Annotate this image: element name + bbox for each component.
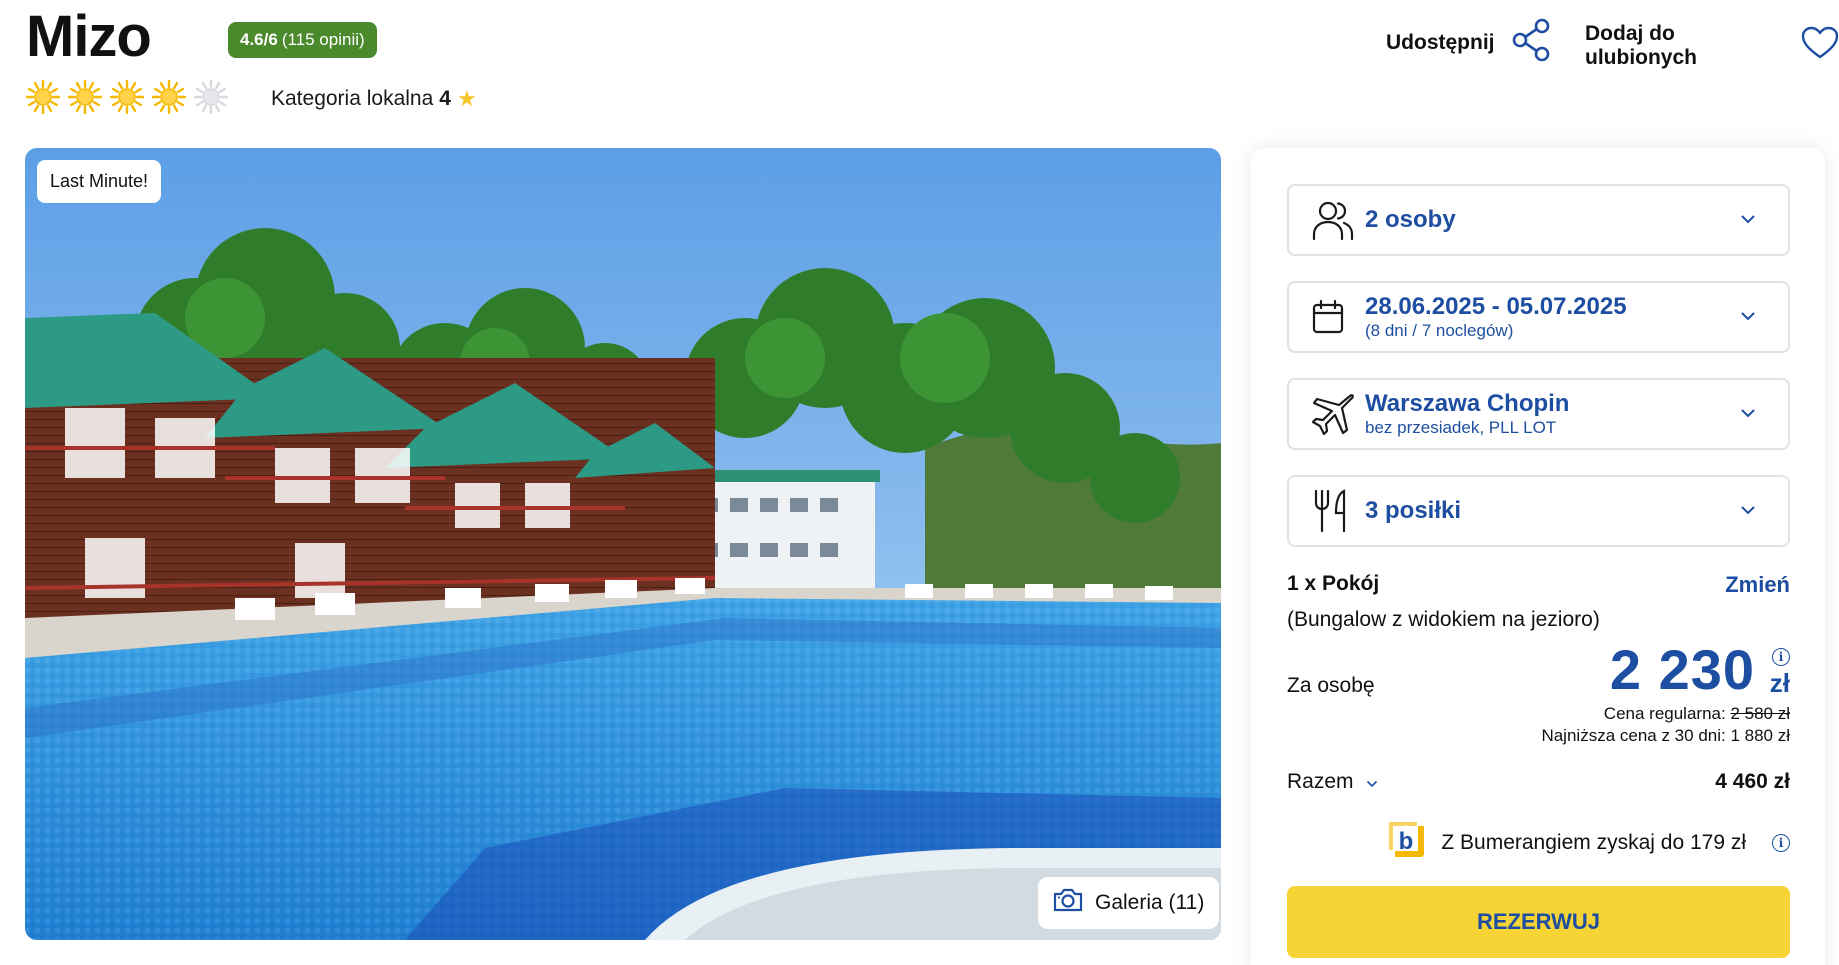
calendar-icon <box>1311 294 1357 340</box>
sun-icon <box>68 80 102 114</box>
people-icon <box>1311 197 1357 243</box>
chevron-down-icon <box>1740 405 1756 423</box>
gallery-button[interactable]: Galeria (11) <box>1038 877 1220 929</box>
bumerang-text: Z Bumerangiem zyskaj do 179 zł <box>1441 831 1746 854</box>
price-currency: zł <box>1769 668 1790 698</box>
price-per-person: 2 230 <box>1609 638 1755 701</box>
bumerang-logo-icon: b <box>1387 820 1427 866</box>
regular-price-value: 2 580 zł <box>1730 704 1790 723</box>
room-description: (Bungalow z widokiem na jezioro) <box>1287 608 1600 631</box>
chevron-down-icon <box>1740 211 1756 229</box>
total-value: 4 460 zł <box>1715 770 1790 793</box>
travelers-select[interactable]: 2 osoby <box>1287 184 1790 256</box>
plane-icon <box>1311 391 1357 437</box>
rating-score: 4.6/6 <box>240 30 278 49</box>
gallery-label: Galeria (11) <box>1095 891 1205 914</box>
sun-icon <box>26 80 60 114</box>
chevron-down-icon <box>1740 308 1756 326</box>
departure-select[interactable]: Warszawa Chopin bez przesiadek, PLL LOT <box>1287 378 1790 450</box>
share-label: Udostępnij <box>1386 31 1495 54</box>
favorite-label: Dodaj do ulubionych <box>1585 22 1697 69</box>
bumerang-promo: b Z Bumerangiem zyskaj do 179 zł i <box>1387 820 1790 866</box>
sun-icon <box>110 80 144 114</box>
hotel-main-photo[interactable] <box>25 148 1221 940</box>
add-to-favorites-button[interactable]: Dodaj do ulubionych <box>1585 22 1839 70</box>
rating-reviews: (115 opinii) <box>281 30 365 49</box>
info-icon[interactable]: i <box>1772 834 1790 852</box>
reserve-button[interactable]: REZERWUJ <box>1287 886 1790 958</box>
camera-icon <box>1053 887 1083 919</box>
departure-value: Warszawa Chopin <box>1365 390 1570 417</box>
regular-price: Cena regularna: 2 580 zł <box>1604 704 1790 724</box>
sun-icon <box>152 80 186 114</box>
change-room-link[interactable]: Zmień <box>1725 572 1790 598</box>
regular-price-label: Cena regularna: <box>1603 704 1726 723</box>
total-label: Razem <box>1287 770 1354 793</box>
local-category-value: 4 <box>439 87 451 110</box>
dates-select[interactable]: 28.06.2025 - 05.07.2025 (8 dni / 7 nocle… <box>1287 281 1790 353</box>
room-count: 1 x Pokój <box>1287 572 1380 595</box>
local-category: Kategoria lokalna 4 ★ <box>271 86 477 112</box>
total-toggle[interactable]: Razem <box>1287 770 1378 794</box>
last-minute-badge: Last Minute! <box>37 160 162 203</box>
share-icon <box>1511 18 1553 68</box>
sun-rating <box>26 80 228 114</box>
info-icon[interactable]: i <box>1772 648 1790 666</box>
svg-text:b: b <box>1399 828 1414 855</box>
lowest-price-30-days: Najniższa cena z 30 dni: 1 880 zł <box>1541 726 1790 745</box>
local-category-label: Kategoria lokalna <box>271 87 434 110</box>
share-button[interactable]: Udostępnij <box>1386 18 1553 68</box>
travelers-value: 2 osoby <box>1365 206 1456 234</box>
dates-sub: (8 dni / 7 noclegów) <box>1365 320 1514 340</box>
meals-select[interactable]: 3 posiłki <box>1287 475 1790 547</box>
meals-value: 3 posiłki <box>1365 497 1462 525</box>
per-person-label: Za osobę <box>1287 674 1375 697</box>
dates-value: 28.06.2025 - 05.07.2025 <box>1365 293 1627 320</box>
chevron-down-icon <box>1740 502 1756 520</box>
hotel-name: Mizo <box>26 4 152 69</box>
rating-badge[interactable]: 4.6/6 (115 opinii) <box>228 22 377 58</box>
sun-icon <box>194 80 228 114</box>
heart-icon <box>1801 26 1839 66</box>
star-icon: ★ <box>456 86 477 111</box>
booking-panel: 2 osoby 28.06.2025 - 05.07.2025 (8 dni /… <box>1251 148 1825 965</box>
departure-sub: bez przesiadek, PLL LOT <box>1365 417 1557 437</box>
chevron-down-icon <box>1366 770 1378 794</box>
cutlery-icon <box>1311 488 1357 534</box>
